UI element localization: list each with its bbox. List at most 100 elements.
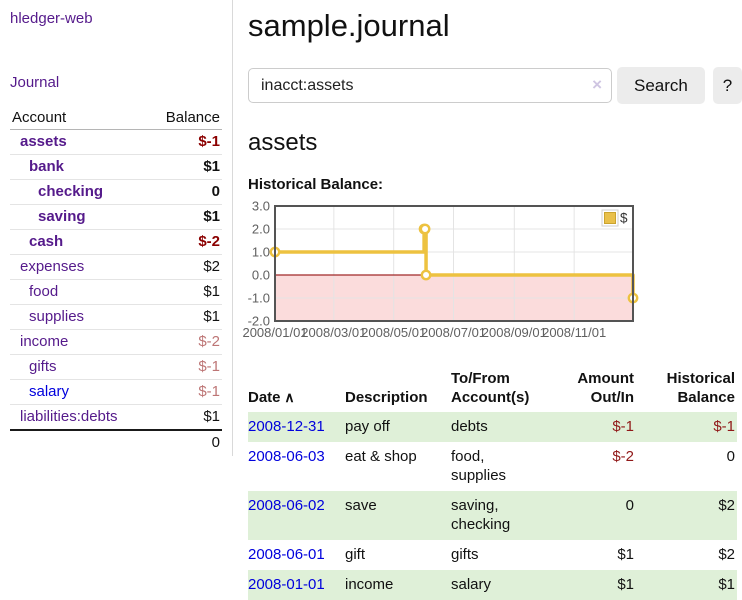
register-table: Date ∧DescriptionTo/From Account(s)Amoun… [248,367,737,600]
sort-asc-icon[interactable]: ∧ [281,389,295,405]
account-balance: $1 [203,408,220,426]
account-balance: $2 [203,258,220,276]
account-link[interactable]: saving [12,208,86,226]
svg-text:2008/09/01: 2008/09/01 [482,325,547,340]
account-link[interactable]: food [12,283,58,301]
register-amount: $1 [617,546,634,563]
register-amount: $-2 [612,448,634,465]
svg-text:1.0: 1.0 [252,245,270,260]
register-description: gift [345,546,365,563]
register-description: save [345,497,377,514]
account-balance: $-1 [198,358,220,376]
accounts-table-header: Account Balance [10,106,222,130]
account-row: liabilities:debts $1 [10,405,222,431]
svg-text:2008/07/01: 2008/07/01 [421,325,486,340]
register-column-header[interactable]: Date ∧ [248,367,345,412]
register-row: 2008-06-03 eat & shop food, supplies $-2 0 [248,442,737,491]
register-date-link[interactable]: 2008-12-31 [248,418,325,435]
register-balance: 0 [727,448,735,465]
search-bar: × Search ? [248,67,742,104]
journal-link[interactable]: Journal [10,74,59,91]
accounts-table: Account Balance assets$-1bank$1checking0… [10,106,222,454]
clear-search-icon[interactable]: × [592,75,602,95]
accounts-total-row: 0 [10,431,222,454]
legend-label: $ [620,211,628,226]
register-description: income [345,576,393,593]
account-link[interactable]: salary [12,383,69,401]
account-link[interactable]: income [12,333,68,351]
register-date-link[interactable]: 2008-01-01 [248,576,325,593]
help-button[interactable]: ? [713,67,742,104]
register-row: 2008-12-31 pay off debts $-1 $-1 [248,412,737,442]
svg-text:-1.0: -1.0 [248,291,270,306]
register-amount: $-1 [612,418,634,435]
account-row: saving $1 [10,205,222,230]
account-balance: $-1 [198,133,220,151]
register-row: 2008-06-02savesaving, checking0$2 [248,491,737,540]
register-column-header: To/From Account(s) [451,367,551,412]
account-balance: $-1 [198,383,220,401]
register-date-link[interactable]: 2008-06-02 [248,497,325,514]
register-column-header: Amount Out/In [551,367,642,412]
account-link[interactable]: liabilities:debts [12,408,118,426]
account-link[interactable]: expenses [12,258,84,276]
register-accounts: gifts [451,546,479,563]
sidebar: hledger-web Journal Account Balance asse… [0,0,233,456]
account-row: salary $-1 [10,380,222,405]
account-balance: $1 [203,308,220,326]
page-title: sample.journal [248,8,742,44]
account-row: income $-2 [10,330,222,355]
register-date-link[interactable]: 2008-06-01 [248,546,325,563]
svg-text:2008/05/01: 2008/05/01 [361,325,426,340]
register-column-header: Historical Balance [642,367,737,412]
accounts-total-value: 0 [212,434,220,451]
accounts-header-account: Account [12,109,66,126]
register-description: pay off [345,418,390,435]
account-balance: $1 [203,283,220,301]
svg-text:3.0: 3.0 [252,199,270,214]
svg-text:2.0: 2.0 [252,222,270,237]
register-description: eat & shop [345,448,417,465]
register-balance: $2 [718,497,735,514]
account-balance: $1 [203,208,220,226]
app-title-link[interactable]: hledger-web [10,10,232,27]
main-content: sample.journal × Search ? assets Histori… [233,0,742,600]
chart-title: Historical Balance: [248,176,742,193]
account-heading: assets [248,129,742,157]
legend-swatch [605,213,616,224]
register-balance: $2 [718,546,735,563]
search-input[interactable] [248,68,612,103]
account-link[interactable]: gifts [12,358,57,376]
register-balance: $1 [718,576,735,593]
register-date-link[interactable]: 2008-06-03 [248,448,325,465]
account-row: bank$1 [10,155,222,180]
register-row: 2008-01-01incomesalary$1$1 [248,570,737,600]
register-amount: $1 [617,576,634,593]
account-balance: 0 [212,183,220,201]
account-row: gifts $-1 [10,355,222,380]
account-link[interactable]: assets [12,133,67,151]
account-link[interactable]: supplies [12,308,84,326]
register-column-header: Description [345,367,451,412]
svg-text:2008/03/01: 2008/03/01 [301,325,366,340]
account-row: cash $-2 [10,230,222,255]
register-amount: 0 [626,497,634,514]
accounts-header-balance: Balance [166,109,220,126]
register-accounts: food, supplies [451,448,506,484]
account-link[interactable]: cash [12,233,63,251]
account-row: checking 0 [10,180,222,205]
register-accounts: debts [451,418,488,435]
search-button[interactable]: Search [617,67,705,104]
register-balance: $-1 [713,418,735,435]
account-balance: $-2 [198,233,220,251]
chart-svg: $3.02.01.00.0-1.0-2.02008/01/012008/03/0… [248,203,650,345]
account-link[interactable]: bank [12,158,64,176]
account-row: supplies $1 [10,305,222,330]
svg-text:0.0: 0.0 [252,268,270,283]
account-link[interactable]: checking [12,183,103,201]
account-row: food $1 [10,280,222,305]
historical-balance-chart: $3.02.01.00.0-1.0-2.02008/01/012008/03/0… [248,203,742,345]
account-row: expenses $2 [10,255,222,280]
chart-legend: $ [602,210,628,226]
account-balance: $-2 [198,333,220,351]
